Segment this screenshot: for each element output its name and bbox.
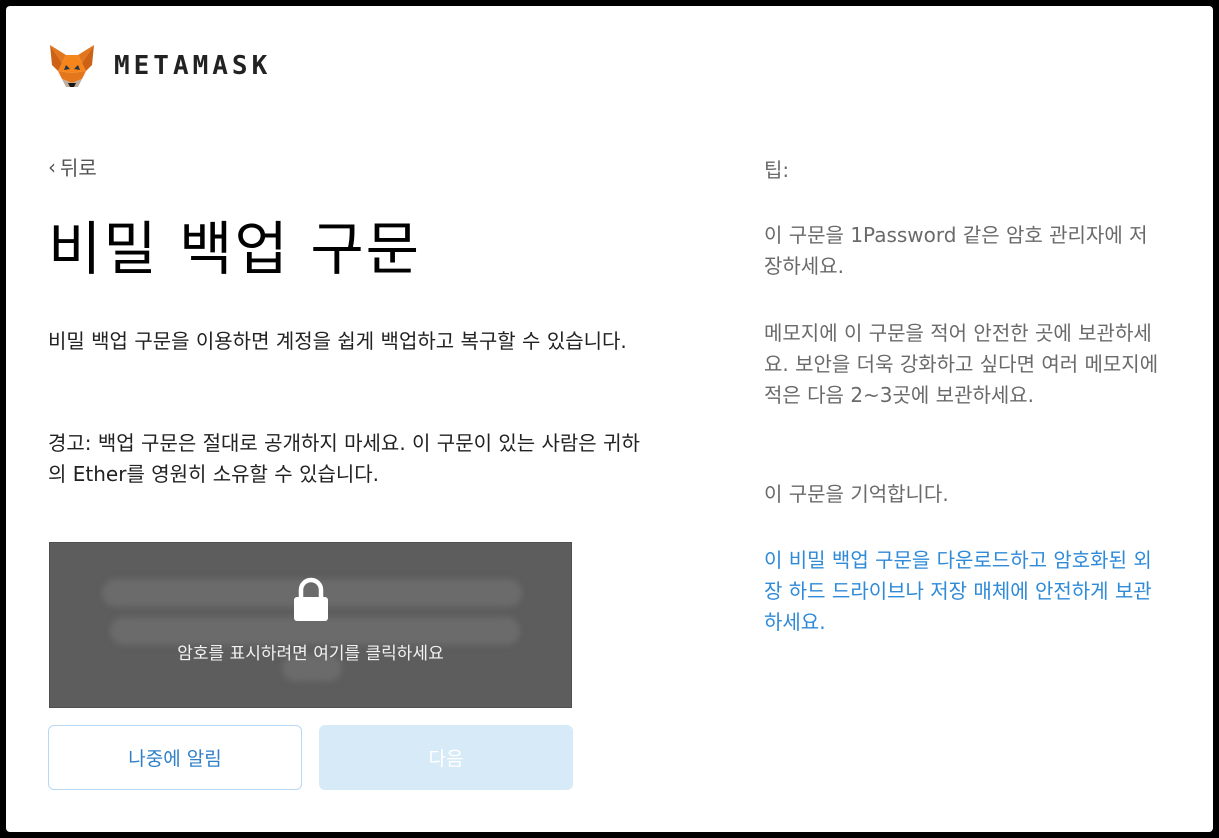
remind-later-button[interactable]: 나중에 알림: [48, 725, 302, 790]
metamask-fox-icon: [50, 45, 94, 87]
description-text: 비밀 백업 구문을 이용하면 계정을 쉽게 백업하고 복구할 수 있습니다.: [48, 329, 627, 353]
warning-text: 경고: 백업 구문은 절대로 공개하지 마세요. 이 구문이 있는 사람은 귀하…: [48, 431, 640, 486]
lock-icon: [294, 577, 328, 621]
tip-item: 메모지에 이 구문을 적어 안전한 곳에 보관하세요. 보안을 더욱 강화하고 …: [764, 321, 1159, 407]
back-label: 뒤로: [60, 156, 97, 180]
reveal-secret-phrase-box[interactable]: 암호를 표시하려면 여기를 클릭하세요: [49, 542, 572, 708]
tip-item: 이 구문을 기억합니다.: [764, 482, 949, 506]
back-link[interactable]: ‹ 뒤로: [48, 152, 97, 181]
reveal-instruction: 암호를 표시하려면 여기를 클릭하세요: [177, 644, 444, 664]
download-phrase-link[interactable]: 이 비밀 백업 구문을 다운로드하고 암호화된 외장 하드 드라이브나 저장 매…: [764, 545, 1164, 638]
chevron-left-icon: ‹: [48, 154, 56, 179]
app-window: METAMASK ‹ 뒤로 비밀 백업 구문 비밀 백업 구문을 이용하면 계정…: [6, 6, 1213, 832]
next-button[interactable]: 다음: [319, 725, 573, 790]
page-title: 비밀 백업 구문: [48, 215, 422, 283]
header: METAMASK: [48, 42, 271, 90]
tips-heading: 팁:: [764, 158, 790, 182]
tip-item: 이 구문을 1Password 같은 암호 관리자에 저장하세요.: [764, 223, 1148, 278]
brand-wordmark: METAMASK: [114, 51, 272, 81]
